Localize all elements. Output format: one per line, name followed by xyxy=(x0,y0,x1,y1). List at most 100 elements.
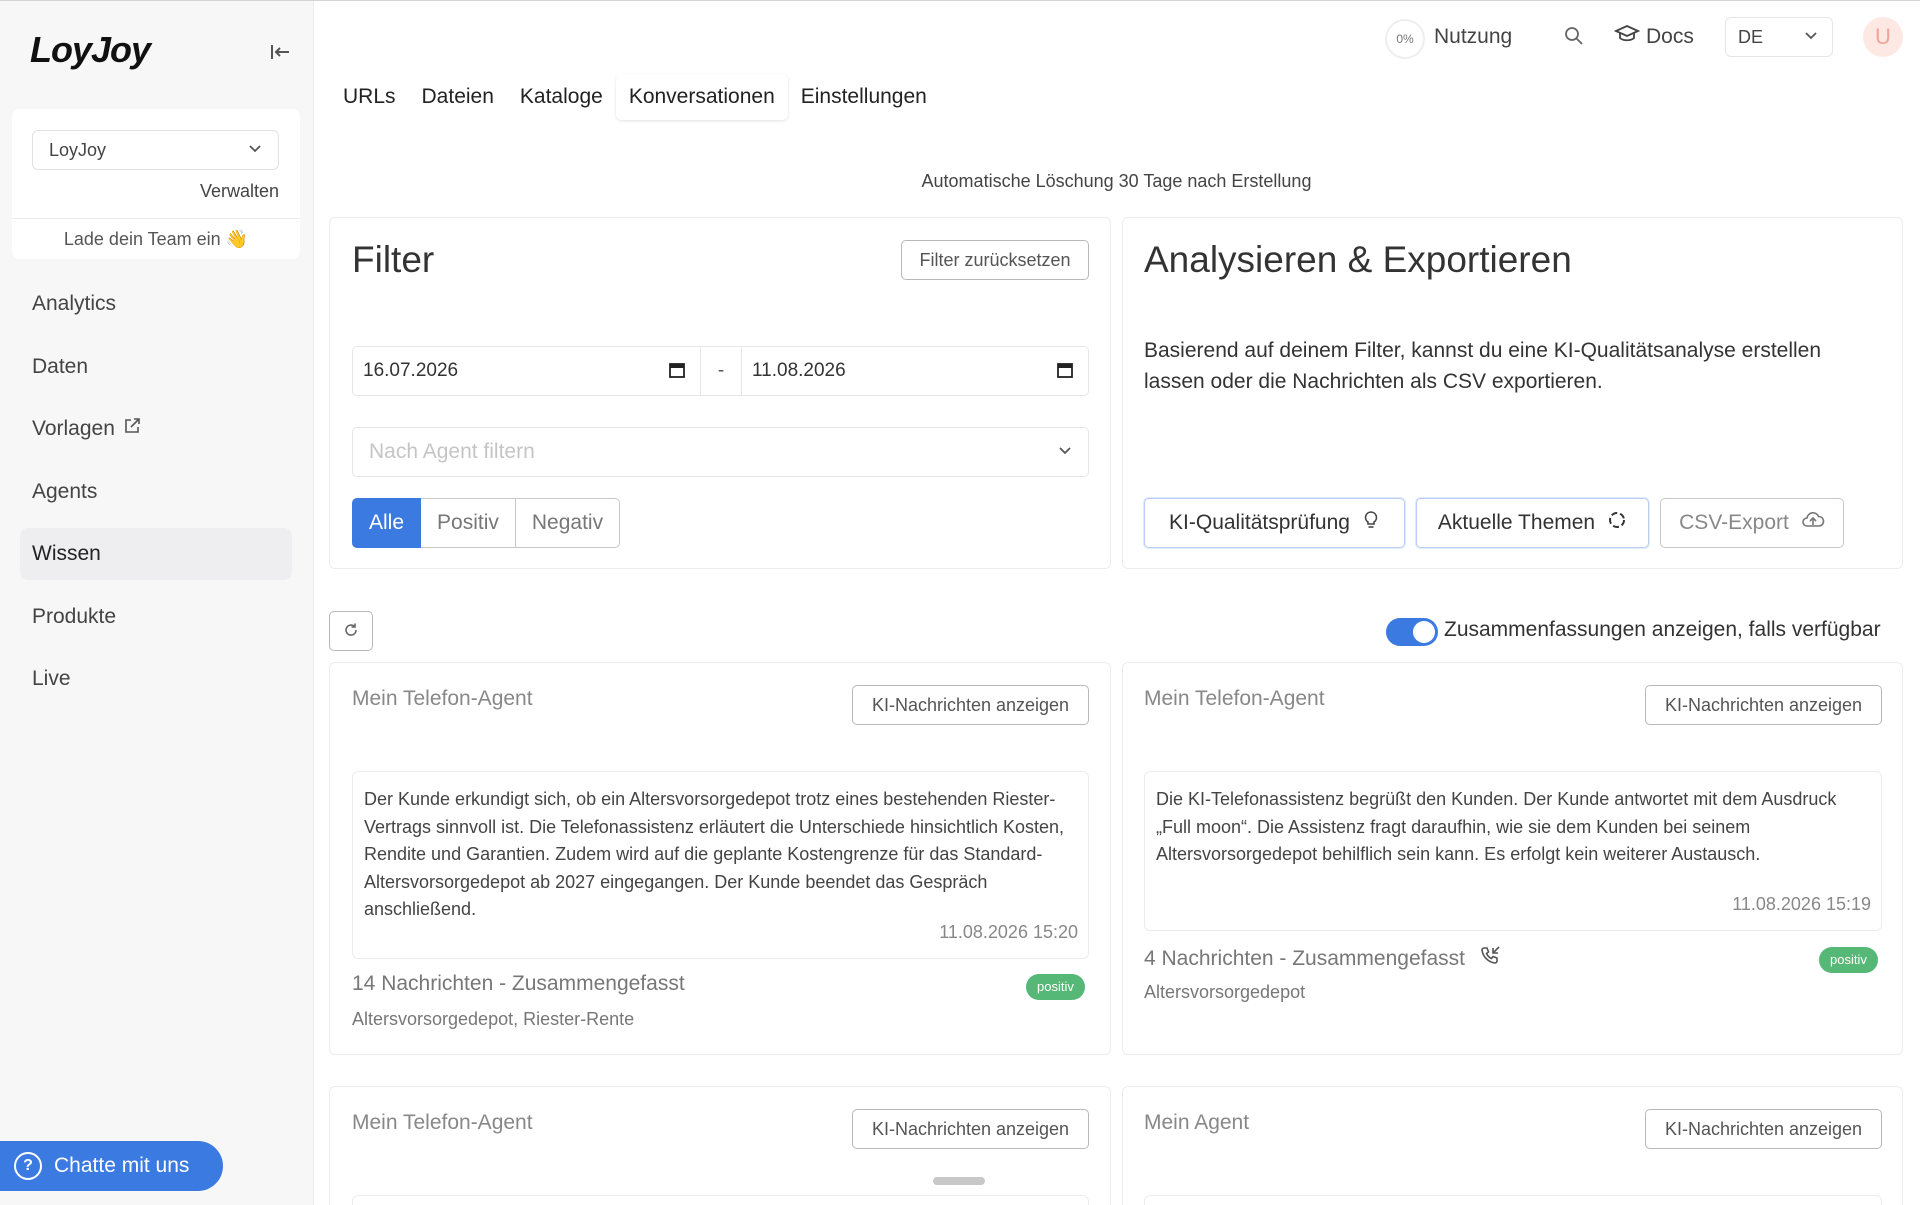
sidebar-item-label: Agents xyxy=(32,479,98,503)
conversation-agent-name: Mein Telefon-Agent xyxy=(1144,687,1325,710)
tab-dateien[interactable]: Dateien xyxy=(409,74,507,120)
calendar-icon[interactable] xyxy=(668,361,686,385)
docs-link[interactable]: Docs xyxy=(1613,21,1694,53)
conversation-agent-name: Mein Telefon-Agent xyxy=(352,687,533,710)
sidebar-item-vorlagen[interactable]: Vorlagen xyxy=(20,403,292,455)
quality-check-button[interactable]: KI-Qualitätsprüfung xyxy=(1144,498,1405,548)
date-to-value: 11.08.2026 xyxy=(752,360,846,381)
sentiment-all-button[interactable]: Alle xyxy=(352,498,422,548)
tab-einstellungen[interactable]: Einstellungen xyxy=(788,74,940,120)
conversation-tags: Altersvorsorgedepot, Riester-Rente xyxy=(352,1009,635,1029)
docs-label: Docs xyxy=(1646,25,1694,48)
message-count: 4 Nachrichten - Zusammengefasst xyxy=(1144,945,1501,973)
sentiment-negative-button[interactable]: Negativ xyxy=(515,498,621,548)
team-select[interactable]: LoyJoy xyxy=(32,130,279,170)
csv-export-button[interactable]: CSV-Export xyxy=(1660,498,1844,548)
sentiment-badge: positiv xyxy=(1026,974,1085,1000)
conversation-summary xyxy=(352,1195,1089,1205)
manage-team-link[interactable]: Verwalten xyxy=(200,181,279,202)
summary-timestamp: 11.08.2026 15:20 xyxy=(939,922,1078,942)
cloud-upload-icon xyxy=(1801,510,1825,536)
chat-button-label: Chatte mit uns xyxy=(54,1154,190,1177)
sidebar-item-label: Produkte xyxy=(32,604,117,628)
scroll-handle[interactable] xyxy=(933,1177,985,1185)
date-to-input[interactable]: 11.08.2026 xyxy=(741,346,1089,396)
sidebar-item-daten[interactable]: Daten xyxy=(20,341,292,393)
message-count-label: 4 Nachrichten - Zusammengefasst xyxy=(1144,947,1465,970)
logo: LoyJoy xyxy=(30,29,151,70)
language-value: DE xyxy=(1738,27,1764,47)
sentiment-positive-button[interactable]: Positiv xyxy=(421,498,516,548)
conversation-tags: Altersvorsorgedepot xyxy=(1144,982,1306,1002)
analyze-title: Analysieren & Exportieren xyxy=(1144,239,1572,280)
sidebar-nav: Analytics Daten Vorlagen Agents Wissen P… xyxy=(20,278,292,716)
lightbulb-icon xyxy=(1362,510,1380,536)
show-ai-messages-button[interactable]: KI-Nachrichten anzeigen xyxy=(852,1109,1089,1149)
team-card: LoyJoy Verwalten Lade dein Team ein 👋 xyxy=(12,109,300,259)
sidebar-item-agents[interactable]: Agents xyxy=(20,466,292,518)
sidebar-item-live[interactable]: Live xyxy=(20,653,292,705)
divider xyxy=(12,218,300,219)
avatar[interactable]: U xyxy=(1863,17,1903,57)
phone-call-icon xyxy=(1479,945,1501,973)
conversation-summary: Die KI-Telefonassistenz begrüßt den Kund… xyxy=(1144,771,1882,931)
refresh-icon xyxy=(343,622,359,641)
summaries-toggle-label: Zusammenfassungen anzeigen, falls verfüg… xyxy=(1444,618,1881,641)
current-topics-button[interactable]: Aktuelle Themen xyxy=(1416,498,1649,548)
content-tabs: URLs Dateien Kataloge Konversationen Ein… xyxy=(330,74,940,120)
graduation-cap-icon xyxy=(1613,23,1641,51)
conversation-agent-name: Mein Telefon-Agent xyxy=(352,1111,533,1134)
sentiment-badge: positiv xyxy=(1819,947,1878,973)
deletion-note: Automatische Löschung 30 Tage nach Erste… xyxy=(921,171,1312,191)
conversation-summary xyxy=(1144,1195,1882,1205)
tab-konversationen[interactable]: Konversationen xyxy=(615,74,788,120)
sidebar-item-label: Daten xyxy=(32,354,89,378)
calendar-icon[interactable] xyxy=(1056,361,1074,385)
sidebar-item-label: Vorlagen xyxy=(32,417,115,440)
show-ai-messages-button[interactable]: KI-Nachrichten anzeigen xyxy=(1645,1109,1882,1149)
filter-title: Filter xyxy=(352,239,435,280)
sidebar-item-label: Live xyxy=(32,667,71,690)
search-icon[interactable] xyxy=(1563,25,1585,50)
collapse-sidebar-icon[interactable] xyxy=(266,39,294,67)
sidebar: LoyJoy LoyJoy Verwalten Lade dein Team e… xyxy=(0,1,314,1205)
help-icon: ? xyxy=(14,1152,42,1180)
agent-filter-placeholder: Nach Agent filtern xyxy=(369,440,535,463)
language-select[interactable]: DE xyxy=(1725,17,1833,57)
team-select-value: LoyJoy xyxy=(49,140,107,160)
summary-text: Die KI-Telefonassistenz begrüßt den Kund… xyxy=(1156,789,1837,864)
tab-kataloge[interactable]: Kataloge xyxy=(507,74,616,120)
invite-team-link[interactable]: Lade dein Team ein 👋 xyxy=(12,229,300,250)
conversation-agent-name: Mein Agent xyxy=(1144,1111,1250,1134)
external-link-icon xyxy=(123,403,141,455)
sidebar-item-produkte[interactable]: Produkte xyxy=(20,591,292,643)
usage-link[interactable]: Nutzung xyxy=(1434,25,1512,49)
agent-filter-select[interactable]: Nach Agent filtern xyxy=(352,427,1089,477)
sidebar-item-label: Wissen xyxy=(32,542,101,565)
date-separator: - xyxy=(700,346,742,396)
conversation-summary: Der Kunde erkundigt sich, ob ein Altersv… xyxy=(352,771,1089,959)
csv-export-label: CSV-Export xyxy=(1679,511,1789,534)
analyze-description: Basierend auf deinem Filter, kannst du e… xyxy=(1144,339,1822,393)
chevron-down-icon xyxy=(1058,428,1072,476)
chevron-down-icon xyxy=(248,131,262,169)
sidebar-item-label: Analytics xyxy=(32,292,117,315)
summaries-toggle[interactable] xyxy=(1386,618,1438,646)
summary-timestamp: 11.08.2026 15:19 xyxy=(1732,894,1871,914)
sidebar-item-wissen[interactable]: Wissen xyxy=(20,528,292,580)
refresh-button[interactable] xyxy=(329,611,373,651)
show-ai-messages-button[interactable]: KI-Nachrichten anzeigen xyxy=(852,685,1089,725)
date-from-input[interactable]: 16.07.2026 xyxy=(352,346,701,396)
chevron-down-icon xyxy=(1804,18,1818,56)
sentiment-filter: Alle Positiv Negativ xyxy=(352,498,621,548)
current-topics-label: Aktuelle Themen xyxy=(1437,511,1596,534)
show-ai-messages-button[interactable]: KI-Nachrichten anzeigen xyxy=(1645,685,1882,725)
message-count: 14 Nachrichten - Zusammengefasst xyxy=(352,972,685,995)
usage-percent-indicator[interactable]: 0% xyxy=(1385,19,1425,59)
loading-spinner-icon xyxy=(1607,510,1627,536)
sidebar-item-analytics[interactable]: Analytics xyxy=(20,278,292,330)
summary-text: Der Kunde erkundigt sich, ob ein Altersv… xyxy=(364,789,1065,919)
reset-filter-button[interactable]: Filter zurücksetzen xyxy=(901,240,1089,280)
tab-urls[interactable]: URLs xyxy=(330,74,409,120)
chat-with-us-button[interactable]: ? Chatte mit uns xyxy=(0,1141,223,1191)
